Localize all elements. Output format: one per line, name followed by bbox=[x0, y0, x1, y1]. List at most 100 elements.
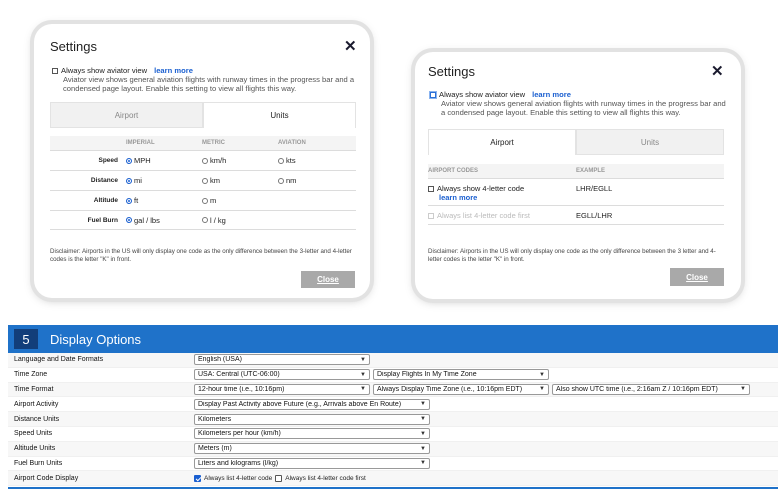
close-icon[interactable]: ✕ bbox=[344, 37, 357, 55]
aviator-view-option: Always show aviator view learn more Avia… bbox=[52, 66, 357, 93]
aviator-view-description: Aviator view shows general aviation flig… bbox=[441, 99, 726, 117]
airport-activity-select[interactable]: Display Past Activity above Future (e.g.… bbox=[194, 398, 430, 410]
chevron-down-icon: ▼ bbox=[740, 386, 746, 393]
show-4-letter-checkbox[interactable] bbox=[428, 185, 434, 192]
column-metric: METRIC bbox=[202, 140, 225, 146]
altitude-units-select[interactable]: Meters (m) ▼ bbox=[194, 443, 430, 455]
row-label: Distance bbox=[90, 177, 118, 184]
row-altitude-units: Altitude Units Meters (m) ▼ bbox=[8, 441, 778, 457]
always-list-4-letter-checkbox[interactable] bbox=[194, 474, 201, 482]
time-format-select[interactable]: 12-hour time (i.e., 10:16pm) ▼ bbox=[194, 383, 370, 395]
screenshot-stage: Settings ✕ Always show aviator view lear… bbox=[0, 0, 784, 318]
close-button[interactable]: Close bbox=[301, 271, 355, 288]
radio-fuel-metric[interactable]: l / kg bbox=[202, 216, 278, 225]
chevron-down-icon: ▼ bbox=[539, 371, 545, 378]
dialog-title: Settings bbox=[50, 39, 97, 54]
row-label: Distance Units bbox=[14, 415, 60, 423]
column-imperial: IMPERIAL bbox=[126, 140, 155, 146]
row-label: Airport Activity bbox=[14, 400, 59, 408]
row-time-zone: Time Zone USA: Central (UTC-06:00) ▼ Disp… bbox=[8, 368, 778, 383]
chevron-down-icon: ▼ bbox=[420, 445, 426, 452]
chevron-down-icon: ▼ bbox=[360, 371, 366, 378]
close-icon[interactable]: ✕ bbox=[711, 62, 724, 80]
display-options-section: 5 Display Options Language and Date Form… bbox=[8, 325, 778, 490]
row-label: Airport Code Display bbox=[14, 474, 79, 482]
radio-altitude-imperial[interactable]: ft bbox=[126, 196, 202, 205]
row-label: Fuel Burn Units bbox=[14, 459, 63, 467]
list-4-letter-first-checkbox[interactable] bbox=[428, 212, 434, 219]
options-form: Language and Date Formats English (USA) ▼… bbox=[8, 353, 778, 487]
settings-dialog-airport: Settings ✕ Always show aviator view lear… bbox=[415, 52, 741, 299]
column-airport-codes: AIRPORT CODES bbox=[428, 168, 479, 174]
row-speed-units: Speed Units Kilometers per hour (km/h) ▼ bbox=[8, 427, 778, 442]
aviator-view-description: Aviator view shows general aviation flig… bbox=[63, 75, 355, 93]
row-label: Speed Units bbox=[14, 430, 53, 438]
display-time-zone-select[interactable]: Always Display Time Zone (i.e., 10:16pm … bbox=[373, 383, 549, 395]
list-4-letter-first-label: Always list 4-letter code first bbox=[437, 211, 530, 220]
flight-time-zone-select[interactable]: Display Flights In My Time Zone ▼ bbox=[373, 369, 549, 381]
section-title: Display Options bbox=[50, 331, 142, 347]
row-distance-units: Distance Units Kilometers ▼ bbox=[8, 412, 778, 427]
aviator-view-checkbox[interactable] bbox=[430, 91, 436, 98]
utc-time-select[interactable]: Also show UTC time (i.e., 2:16am Z / 10:… bbox=[552, 383, 750, 395]
row-time-format: Time Format 12-hour time (i.e., 10:16pm)… bbox=[8, 382, 778, 398]
tab-units[interactable]: Units bbox=[203, 102, 356, 128]
language-select[interactable]: English (USA) ▼ bbox=[194, 354, 370, 366]
airport-code-checkboxes: Always list 4-letter code Always list 4-… bbox=[194, 474, 366, 482]
radio-distance-imperial[interactable]: mi bbox=[126, 176, 202, 185]
radio-speed-imperial[interactable]: MPH bbox=[126, 156, 202, 165]
disclaimer-text: Disclaimer: Airports in the US will only… bbox=[428, 248, 716, 263]
chevron-down-icon: ▼ bbox=[360, 356, 366, 363]
row-label: Time Zone bbox=[14, 371, 48, 379]
list-4-letter-first-checkbox[interactable] bbox=[275, 474, 283, 482]
show-4-letter-label: Always show 4-letter code bbox=[437, 184, 525, 193]
radio-fuel-imperial[interactable]: gal / lbs bbox=[126, 216, 202, 225]
aviator-view-label: Always show aviator view bbox=[61, 66, 148, 75]
settings-tabs: Airport Units bbox=[50, 102, 356, 128]
always-list-4-letter-label: Always list 4-letter code bbox=[204, 474, 273, 482]
disclaimer-text: Disclaimer: Airports in the US will only… bbox=[50, 248, 352, 263]
close-button[interactable]: Close bbox=[670, 268, 724, 286]
distance-units-select[interactable]: Kilometers ▼ bbox=[194, 413, 430, 425]
row-language: Language and Date Formats English (USA) ▼ bbox=[8, 353, 778, 368]
row-airport-activity: Airport Activity Display Past Activity a… bbox=[8, 397, 778, 413]
row-label: Speed bbox=[98, 157, 118, 164]
settings-dialog-units: Settings ✕ Always show aviator view lear… bbox=[34, 24, 370, 298]
row-label: Altitude bbox=[93, 197, 118, 204]
learn-more-link[interactable]: learn more bbox=[532, 90, 571, 99]
tab-airport[interactable]: Airport bbox=[428, 129, 576, 155]
section-number: 5 bbox=[14, 329, 38, 349]
units-row-fuel-burn: Fuel Burn gal / lbs l / kg bbox=[50, 210, 356, 230]
tab-airport[interactable]: Airport bbox=[50, 102, 203, 128]
radio-distance-metric[interactable]: km bbox=[202, 176, 278, 185]
row-airport-code-display: Airport Code Display Always list 4-lette… bbox=[8, 471, 778, 487]
row-label: Altitude Units bbox=[14, 445, 56, 453]
dialog-title: Settings bbox=[428, 64, 475, 79]
tab-units[interactable]: Units bbox=[576, 129, 724, 155]
aviator-view-checkbox[interactable] bbox=[52, 67, 58, 74]
speed-units-select[interactable]: Kilometers per hour (km/h) ▼ bbox=[194, 428, 430, 440]
section-bottom-border bbox=[8, 487, 778, 490]
learn-more-link[interactable]: learn more bbox=[439, 193, 477, 202]
fuel-burn-units-select[interactable]: Liters and kilograms (l/kg) ▼ bbox=[194, 457, 430, 469]
chevron-down-icon: ▼ bbox=[539, 386, 545, 393]
radio-speed-aviation[interactable]: kts bbox=[278, 156, 354, 165]
airport-codes-table: AIRPORT CODES EXAMPLE Always show 4-lett… bbox=[428, 164, 724, 225]
section-header: 5 Display Options bbox=[8, 325, 778, 353]
learn-more-link[interactable]: learn more bbox=[154, 66, 193, 75]
radio-altitude-metric[interactable]: m bbox=[202, 196, 278, 205]
chevron-down-icon: ▼ bbox=[360, 386, 366, 393]
units-row-distance: Distance mi km nm bbox=[50, 170, 356, 190]
chevron-down-icon: ▼ bbox=[420, 416, 426, 423]
column-example: EXAMPLE bbox=[576, 168, 606, 174]
example-value: EGLL/LHR bbox=[576, 211, 613, 220]
units-row-speed: Speed MPH km/h kts bbox=[50, 150, 356, 170]
radio-speed-metric[interactable]: km/h bbox=[202, 156, 278, 165]
time-zone-select[interactable]: USA: Central (UTC-06:00) ▼ bbox=[194, 369, 370, 381]
radio-distance-aviation[interactable]: nm bbox=[278, 176, 354, 185]
airport-row-4letter-first: Always list 4-letter code first EGLL/LHR bbox=[428, 205, 724, 225]
row-fuel-burn-units: Fuel Burn Units Liters and kilograms (l/… bbox=[8, 457, 778, 472]
chevron-down-icon: ▼ bbox=[420, 460, 426, 467]
units-table-header: IMPERIAL METRIC AVIATION bbox=[50, 136, 356, 150]
row-label: Time Format bbox=[14, 385, 54, 393]
